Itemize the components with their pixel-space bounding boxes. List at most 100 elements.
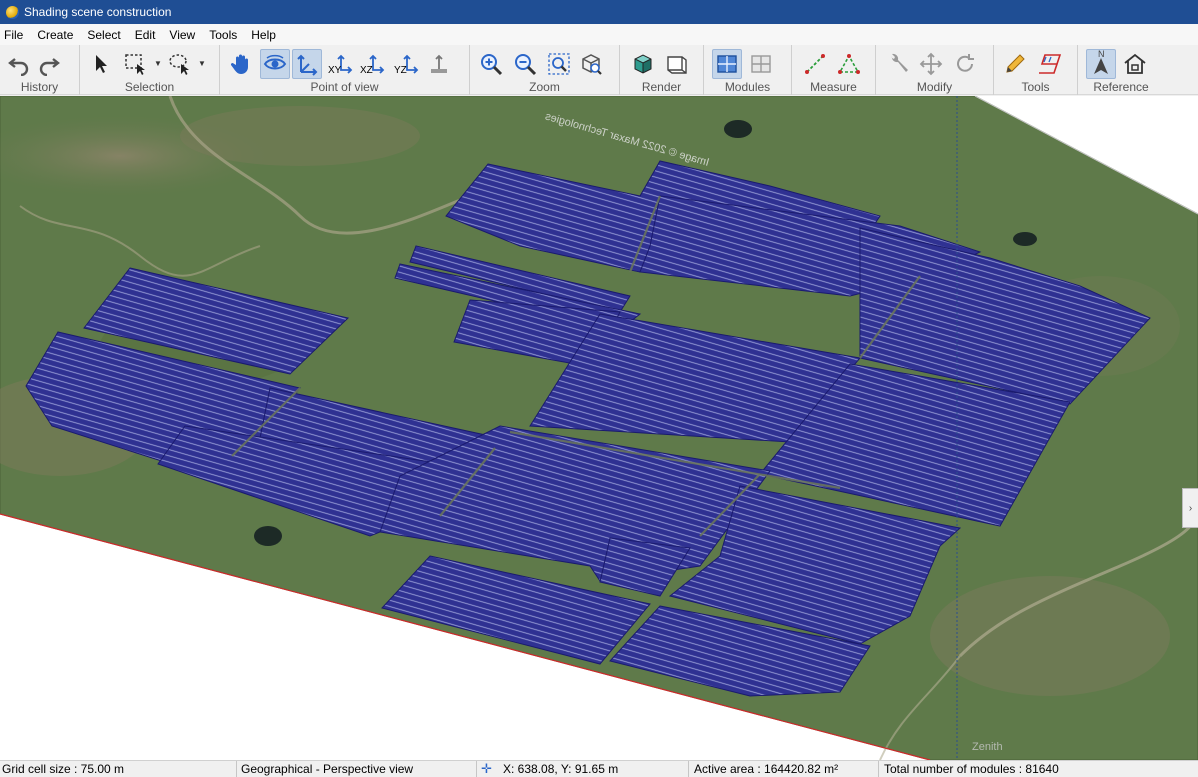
zoom-extents-button[interactable] [576, 49, 606, 79]
modify-label: Modify [916, 80, 953, 94]
view-mode: Geographical - Perspective view [241, 762, 414, 776]
vertical-view-button[interactable] [424, 49, 454, 79]
view-xy-label: XY [328, 65, 342, 76]
orbit-button[interactable] [260, 49, 290, 79]
window-title: Shading scene construction [24, 5, 172, 19]
lasso-select-icon [169, 54, 189, 75]
modify-tool-button[interactable] [884, 49, 914, 79]
hand-icon [230, 54, 248, 74]
side-panel-toggle[interactable]: › [1182, 488, 1198, 528]
menu-edit[interactable]: Edit [135, 28, 163, 42]
rotate-button[interactable] [950, 49, 980, 79]
tools-group: Tools [994, 45, 1078, 95]
view-yz-label: YZ [394, 65, 407, 76]
scene-viewport[interactable]: Image © 2022 Maxar Technologies Zenith › [0, 96, 1198, 760]
modules-grid-icon [717, 55, 737, 73]
render-group: Render [620, 45, 704, 95]
zoom-label: Zoom [529, 80, 560, 94]
menu-bar: File Create Select Edit View Tools Help [0, 24, 1198, 45]
rectangle-select-dropdown-icon[interactable]: ▼ [154, 59, 162, 68]
toolbar: History ▼ ▼ Selection XY XZ YZ Point of … [0, 45, 1198, 95]
menu-file[interactable]: File [4, 28, 30, 42]
pencil-tool-button[interactable] [1000, 49, 1030, 79]
status-separator [236, 761, 237, 777]
modules-grid-button[interactable] [712, 49, 742, 79]
render-label: Render [641, 80, 682, 94]
menu-create[interactable]: Create [37, 28, 80, 42]
app-icon [6, 5, 19, 19]
zoom-out-icon [515, 54, 537, 76]
zoom-window-button[interactable] [544, 49, 574, 79]
menu-view[interactable]: View [169, 28, 202, 42]
menu-select[interactable]: Select [87, 28, 127, 42]
modules-group: Modules [704, 45, 792, 95]
measure-angle-icon [838, 54, 860, 74]
zoom-window-icon [548, 53, 570, 75]
reference-label: Reference [1093, 80, 1149, 94]
menu-help[interactable]: Help [251, 28, 283, 42]
axes-icon [297, 54, 318, 76]
lasso-select-button[interactable] [164, 49, 194, 79]
status-bar: Grid cell size : 75.00 m Geographical - … [0, 760, 1198, 777]
point-of-view-group: XY XZ YZ Point of view [220, 45, 470, 95]
measure-angle-button[interactable] [834, 49, 864, 79]
undo-button[interactable] [4, 49, 34, 79]
view-xz-label: XZ [360, 65, 373, 76]
solid-cube-icon [634, 54, 652, 74]
lasso-select-dropdown-icon[interactable]: ▼ [198, 59, 206, 68]
zenith-label: Zenith [972, 741, 1003, 753]
house-icon [1124, 53, 1146, 74]
reference-group: N Reference [1078, 45, 1164, 95]
elevation-icon [431, 54, 447, 73]
orbit-eye-icon [263, 54, 287, 70]
redo-button[interactable] [34, 49, 64, 79]
render-wire-button[interactable] [662, 49, 692, 79]
tables-tool-button[interactable] [1034, 49, 1064, 79]
pencil-icon [1006, 54, 1025, 73]
move-button[interactable] [916, 49, 946, 79]
measure-distance-icon [805, 54, 825, 74]
measure-distance-button[interactable] [800, 49, 830, 79]
view-yz-button[interactable]: YZ [392, 49, 422, 79]
grid-cell-size: Grid cell size : 75.00 m [2, 762, 125, 776]
cursor-coordinates: X: 638.08, Y: 91.65 m [503, 762, 619, 776]
render-solid-button[interactable] [628, 49, 658, 79]
status-separator [688, 761, 689, 777]
rotate-icon [957, 54, 974, 72]
status-separator [878, 761, 879, 777]
measure-group: Measure [792, 45, 876, 95]
modules-detail-button[interactable] [746, 49, 776, 79]
axes-view-button[interactable] [292, 49, 322, 79]
zoom-in-button[interactable] [476, 49, 506, 79]
wrench-icon [891, 53, 908, 72]
wireframe-cube-icon [667, 56, 687, 74]
zoom-out-button[interactable] [510, 49, 540, 79]
pointer-arrow-icon [96, 55, 107, 73]
status-separator [476, 761, 477, 777]
pond-1 [724, 120, 752, 138]
building-reference-button[interactable] [1120, 49, 1150, 79]
view-xz-button[interactable]: XZ [358, 49, 388, 79]
pond-2 [1013, 232, 1037, 246]
view-xy-button[interactable]: XY [326, 49, 356, 79]
scene-canvas[interactable]: Image © 2022 Maxar Technologies Zenith [0, 96, 1198, 760]
undo-icon [8, 58, 29, 76]
zoom-extents-icon [582, 54, 602, 75]
active-area: Active area : 164420.82 m² [694, 762, 839, 776]
zoom-in-icon [481, 54, 503, 76]
title-bar: Shading scene construction [0, 0, 1198, 24]
rectangle-select-icon [125, 54, 145, 75]
north-reference-button[interactable]: N [1086, 49, 1116, 79]
history-label: History [20, 80, 59, 94]
select-arrow-button[interactable] [86, 49, 116, 79]
history-group: History [0, 45, 80, 95]
selection-group: ▼ ▼ Selection [80, 45, 220, 95]
move-arrows-icon [919, 52, 943, 76]
selection-label: Selection [124, 80, 175, 94]
pond-3 [254, 526, 282, 546]
modify-group: Modify [876, 45, 994, 95]
menu-tools[interactable]: Tools [209, 28, 244, 42]
rectangle-select-button[interactable] [120, 49, 150, 79]
pan-button[interactable] [226, 49, 256, 79]
tables-icon [1039, 54, 1061, 74]
